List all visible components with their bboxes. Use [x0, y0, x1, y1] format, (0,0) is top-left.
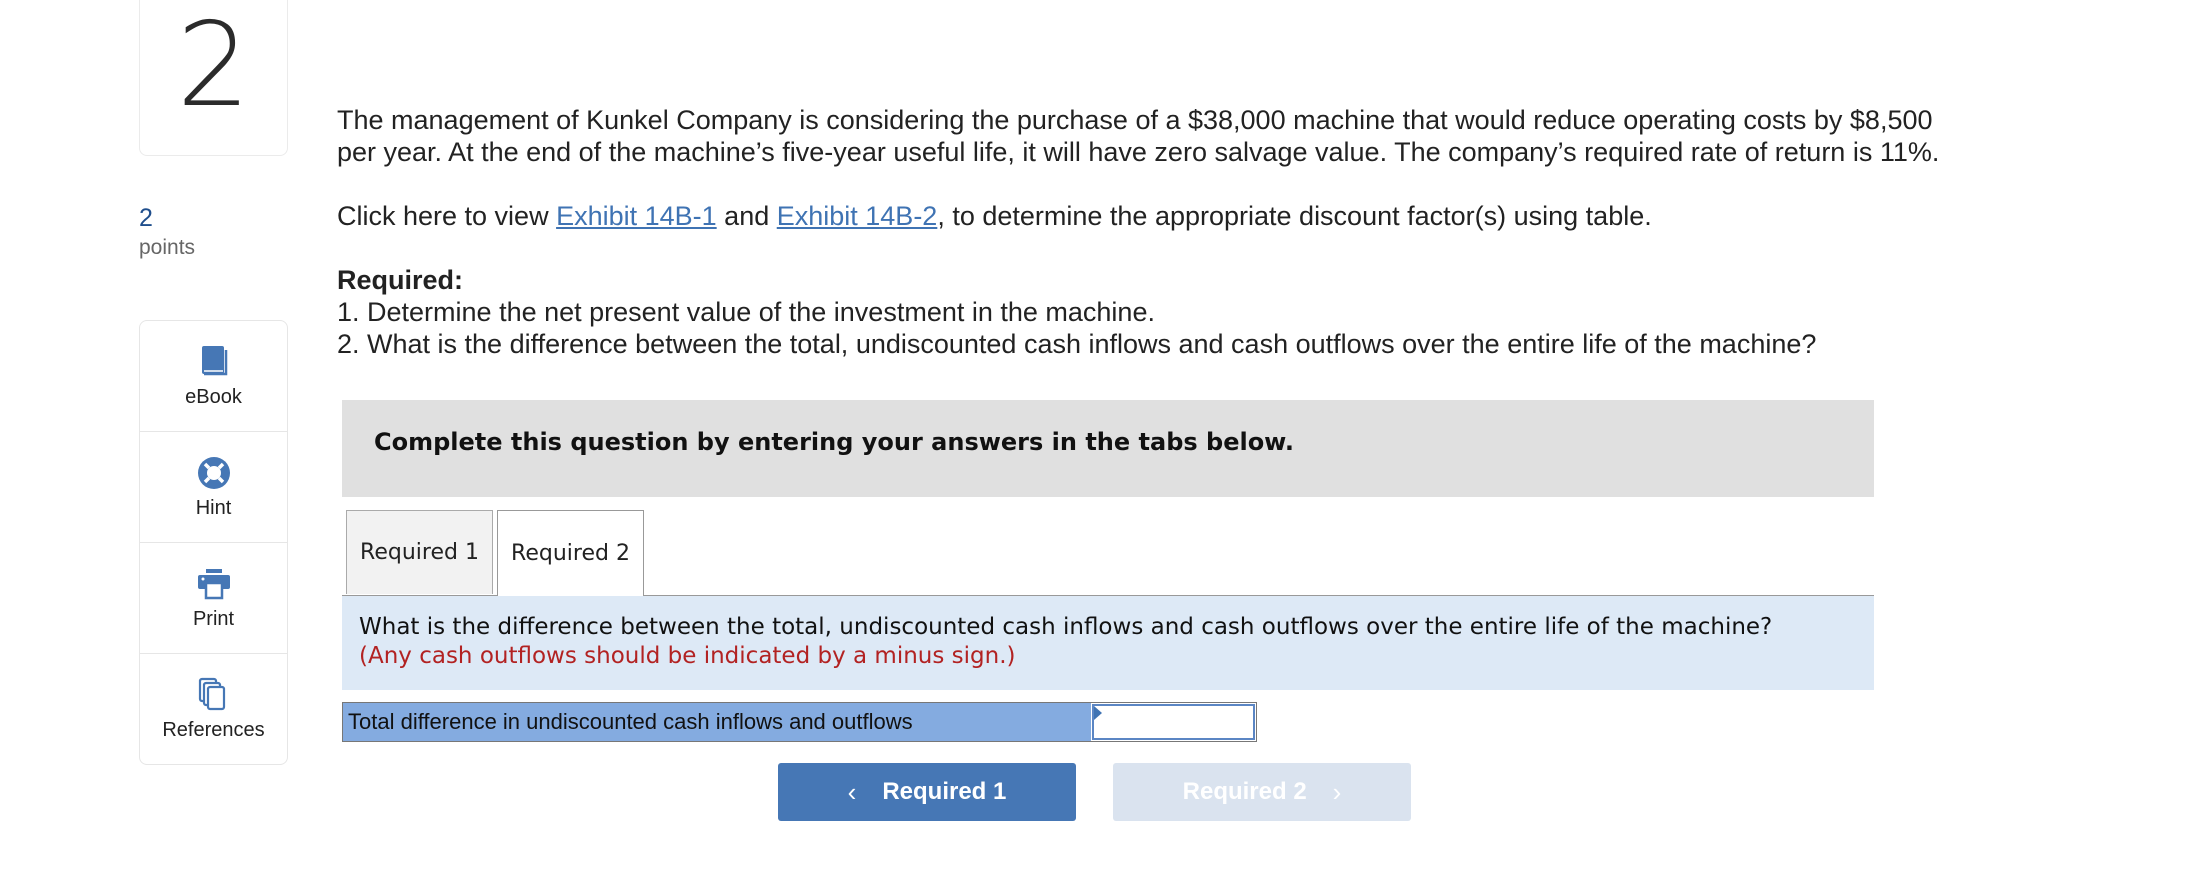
printer-icon: [197, 568, 230, 599]
tab-required-2[interactable]: Required 2: [497, 510, 644, 596]
answer-row: Total difference in undiscounted cash in…: [342, 702, 1257, 742]
tools-panel: eBook Hint Print References: [139, 320, 288, 765]
next-button-label: Required 2: [1182, 778, 1307, 805]
instruction-banner: Complete this question by entering your …: [342, 400, 1874, 497]
next-required-2-button: Required 2 ›: [1113, 763, 1411, 821]
ebook-label: eBook: [185, 385, 242, 408]
book-icon: [201, 345, 227, 375]
exhibit-14b-1-link[interactable]: Exhibit 14B-1: [556, 201, 717, 231]
exhibit-14b-2-link[interactable]: Exhibit 14B-2: [777, 201, 938, 231]
instruction-text: Complete this question by entering your …: [374, 428, 1294, 456]
exhibit-and: and: [716, 201, 777, 231]
hint-label: Hint: [195, 496, 232, 519]
problem-line-2: per year. At the end of the machine’s fi…: [337, 137, 1940, 167]
problem-line-1: The management of Kunkel Company is cons…: [337, 105, 1933, 135]
question-number: 2: [176, 0, 251, 133]
chevron-left-icon: ‹: [847, 776, 857, 807]
tab-question-note: (Any cash outflows should be indicated b…: [359, 643, 1016, 669]
previous-required-1-button[interactable]: ‹ Required 1: [778, 763, 1076, 821]
chevron-right-icon: ›: [1332, 776, 1342, 807]
points-value: 2: [139, 204, 153, 232]
lifebuoy-icon: [197, 456, 230, 489]
tab-bar: Required 1 Required 2: [342, 510, 1874, 596]
points-label: points: [139, 236, 196, 259]
exhibit-prefix: Click here to view: [337, 201, 557, 231]
tab-required-1[interactable]: Required 1: [346, 510, 493, 594]
previous-button-label: Required 1: [882, 778, 1007, 805]
tab-question-text: What is the difference between the total…: [359, 614, 1773, 640]
question-number-card: 2: [139, 0, 288, 156]
print-label: Print: [192, 607, 235, 630]
required-item-1: 1. Determine the net present value of th…: [337, 297, 1155, 327]
input-marker-icon: [1094, 706, 1102, 720]
total-difference-input[interactable]: [1094, 706, 1253, 738]
references-button[interactable]: References: [140, 654, 287, 764]
ebook-button[interactable]: eBook: [140, 321, 287, 432]
print-button[interactable]: Print: [140, 543, 287, 654]
answer-row-label: Total difference in undiscounted cash in…: [343, 703, 1091, 741]
documents-icon: [198, 677, 225, 710]
exhibit-line: Click here to view Exhibit 14B-1 and Exh…: [337, 200, 1652, 232]
required-item-2: 2. What is the difference between the to…: [337, 329, 1817, 359]
problem-statement: The management of Kunkel Company is cons…: [337, 104, 1939, 168]
exhibit-suffix: , to determine the appropriate discount …: [937, 201, 1652, 231]
required-section: Required: 1. Determine the net present v…: [337, 264, 1816, 360]
hint-button[interactable]: Hint: [140, 432, 287, 543]
answer-input-wrapper: [1092, 704, 1255, 740]
required-title: Required:: [337, 265, 464, 295]
tab-question-box: What is the difference between the total…: [342, 596, 1874, 690]
references-label: References: [162, 718, 265, 741]
